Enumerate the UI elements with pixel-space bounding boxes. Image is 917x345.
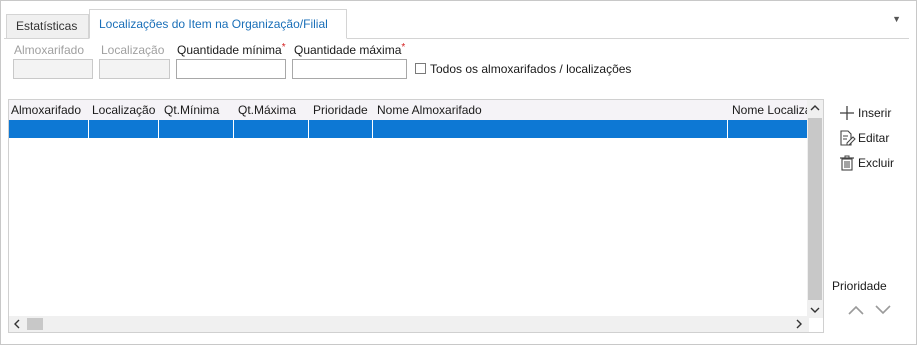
horizontal-scrollbar[interactable]	[9, 316, 809, 332]
column-header-nome-localizacao[interactable]: Nome Localiza	[730, 100, 810, 120]
column-header-qt-maxima[interactable]: Qt.Máxima	[236, 100, 311, 120]
edit-document-icon	[838, 129, 856, 147]
tab-localizacoes[interactable]: Localizações do Item na Organização/Fili…	[89, 9, 347, 39]
inserir-button[interactable]: Inserir	[838, 102, 891, 122]
table-cell	[309, 120, 373, 138]
localizacoes-grid[interactable]: Almoxarifado Localização Qt.Mínima Qt.Má…	[8, 99, 824, 333]
column-header-prioridade[interactable]: Prioridade	[311, 100, 375, 120]
tab-estatisticas[interactable]: Estatísticas	[6, 14, 89, 38]
column-header-almoxarifado[interactable]: Almoxarifado	[9, 100, 89, 120]
table-cell	[9, 120, 89, 138]
table-cell	[234, 120, 309, 138]
column-header-localizacao[interactable]: Localização	[90, 100, 160, 120]
excluir-label: Excluir	[858, 155, 895, 170]
qtd-minima-label-text: Quantidade mínima	[177, 43, 282, 57]
chevron-up-icon[interactable]	[845, 300, 867, 320]
chevron-down-icon[interactable]	[872, 300, 894, 320]
qtd-minima-label: Quantidade mínima*	[177, 42, 286, 57]
table-cell	[89, 120, 159, 138]
scroll-right-icon[interactable]	[791, 316, 807, 332]
required-mark: *	[281, 42, 286, 53]
qtd-maxima-label: Quantidade máxima*	[294, 42, 406, 57]
todos-checkbox[interactable]	[415, 63, 426, 74]
column-header-qt-minima[interactable]: Qt.Mínima	[162, 100, 237, 120]
scroll-left-icon[interactable]	[9, 316, 25, 332]
todos-checkbox-label[interactable]: Todos os almoxarifados / localizações	[430, 62, 631, 76]
table-row[interactable]	[9, 120, 809, 138]
required-mark: *	[401, 42, 406, 53]
editar-button[interactable]: Editar	[838, 127, 889, 147]
qtd-minima-field[interactable]	[176, 59, 286, 79]
qtd-maxima-label-text: Quantidade máxima	[294, 43, 402, 57]
qtd-maxima-field[interactable]	[292, 59, 407, 79]
almoxarifado-field[interactable]	[13, 59, 93, 79]
plus-icon	[838, 104, 856, 122]
table-cell	[728, 120, 809, 138]
tab-strip: Estatísticas Localizações do Item na Org…	[4, 8, 909, 39]
horizontal-scroll-thumb[interactable]	[27, 318, 43, 330]
vertical-scroll-thumb[interactable]	[808, 118, 822, 300]
editar-label: Editar	[858, 130, 890, 145]
prioridade-label: Prioridade	[832, 279, 887, 293]
localizacao-field[interactable]	[99, 59, 170, 79]
localizacao-label: Localização	[101, 43, 165, 57]
table-cell	[159, 120, 234, 138]
scroll-down-icon[interactable]	[807, 302, 823, 318]
scroll-up-icon[interactable]	[807, 100, 823, 116]
table-cell	[373, 120, 728, 138]
trash-icon	[838, 154, 856, 172]
triangle-down-icon[interactable]: ▼	[892, 14, 901, 24]
vertical-scrollbar[interactable]	[807, 100, 823, 318]
column-header-nome-almoxarifado[interactable]: Nome Almoxarifado	[375, 100, 715, 120]
excluir-button[interactable]: Excluir	[838, 152, 894, 172]
inserir-label: Inserir	[858, 105, 892, 120]
almoxarifado-label: Almoxarifado	[14, 43, 85, 57]
grid-header: Almoxarifado Localização Qt.Mínima Qt.Má…	[9, 100, 810, 120]
